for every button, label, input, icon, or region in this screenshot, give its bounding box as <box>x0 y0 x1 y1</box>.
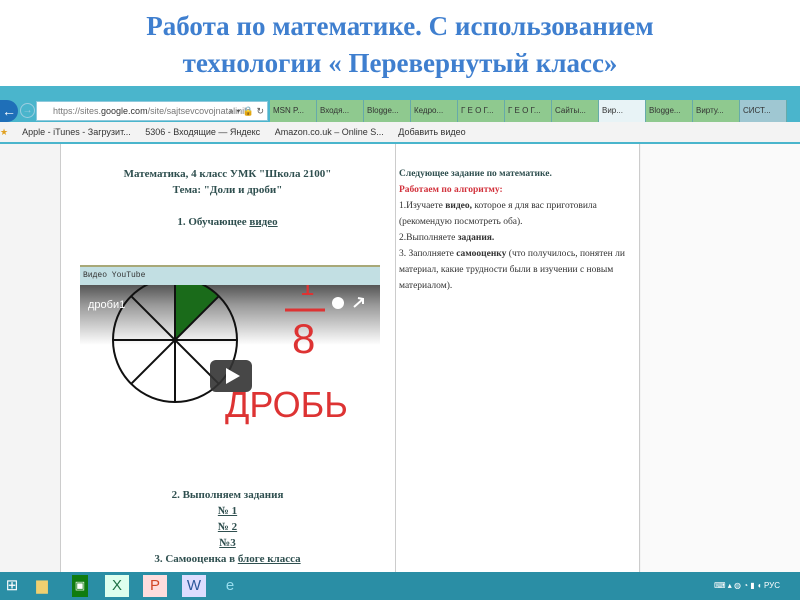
video-title: дроби1 <box>88 299 125 311</box>
title-line-2: технологии « Перевернутый класс» <box>182 48 618 78</box>
item-2-text: 2.Выполняете <box>399 233 458 243</box>
video-link[interactable]: видео <box>249 216 277 228</box>
title-line-1: Работа по математике. С использованием <box>146 11 654 41</box>
item-1-bold: видео, <box>445 201 473 211</box>
item-3-text: 3. Заполняете <box>399 249 457 259</box>
language-indicator[interactable]: РУС <box>764 581 780 590</box>
url-prefix: https://sites. <box>53 106 102 116</box>
task-1: № 1 <box>60 505 395 517</box>
task-link-3[interactable]: №3 <box>219 537 236 549</box>
windows-start-icon[interactable]: ⊞ <box>0 575 24 597</box>
nav-row: ← → https://sites.google.com/site/sajtse… <box>0 100 800 122</box>
share-icon <box>353 297 364 308</box>
item-1-text: 1.Изучаете <box>399 201 446 211</box>
tab[interactable]: СИСТ... <box>740 100 787 122</box>
tab[interactable]: Сайты... <box>552 100 599 122</box>
forward-button[interactable]: → <box>20 103 35 118</box>
page-margin <box>641 144 800 572</box>
algorithm-heading: Работаем по алгоритму: <box>399 185 503 195</box>
tab-active[interactable]: Вир... <box>599 100 646 122</box>
favorite-link[interactable]: Apple - iTunes - Загрузит... <box>22 127 131 137</box>
keyboard-icon[interactable]: ⌨ <box>714 581 726 590</box>
favorite-link[interactable]: Amazon.co.uk – Online S... <box>275 127 384 137</box>
video-header: Видео YouTube <box>80 267 380 285</box>
taskbar: ⊞ ▆ ▣ X P W e ⌨ ▴ ◍ ◔ ▮ ◖ РУС <box>0 572 800 600</box>
fraction-numerator: 1 <box>300 285 314 301</box>
step-3-text: 3. Самооценка в <box>154 553 238 565</box>
file-explorer-icon[interactable]: ▆ <box>30 575 54 597</box>
heading-1: Математика, 4 класс УМК "Школа 2100" <box>123 168 332 180</box>
slide-title: Работа по математике. С использованием т… <box>0 8 800 82</box>
step-3: 3. Самооценка в блоге класса <box>60 553 395 565</box>
step-1: 1. Обучающее видео <box>60 216 395 228</box>
tab[interactable]: Кедро... <box>411 100 458 122</box>
address-bar[interactable]: https://sites.google.com/site/sajtsevcov… <box>36 101 268 121</box>
instructions-heading: Следующее задание по математике. <box>399 169 552 179</box>
search-lock-refresh-icons[interactable]: ⌕ ▾ 🔒 ↻ <box>229 102 264 120</box>
item-2-bold: задания. <box>457 233 495 243</box>
word-icon[interactable]: W <box>182 575 206 597</box>
tab-strip: MSN P... Входя... Blogge... Кедро... Г Е… <box>270 100 787 122</box>
store-icon[interactable]: ▣ <box>72 575 88 597</box>
tab[interactable]: Blogge... <box>364 100 411 122</box>
step-2: 2. Выполняем задания <box>171 489 284 501</box>
step-1-text: 1. Обучающее <box>177 216 250 228</box>
task-3: №3 <box>60 537 395 549</box>
item-3-bold: самооценку <box>456 249 507 259</box>
pie-green-slice <box>175 278 219 340</box>
back-button[interactable]: ← <box>0 100 18 122</box>
item-3: 3. Заполняете самооценку (что получилось… <box>399 246 634 294</box>
instructions: Следующее задание по математике. Работае… <box>399 166 634 294</box>
task-2: № 2 <box>60 521 395 533</box>
task-link-2[interactable]: № 2 <box>218 521 237 533</box>
tab[interactable]: MSN P... <box>270 100 317 122</box>
video-player[interactable]: дроби1 1 8 ДРОБЬ <box>80 271 380 470</box>
system-tray: ⌨ ▴ ◍ ◔ ▮ ◖ РУС <box>714 581 780 590</box>
excel-icon[interactable]: X <box>105 575 129 597</box>
favorites-bar: ★ Apple - iTunes - Загрузит... 5306 - Вх… <box>0 122 800 142</box>
fraction-denominator: 8 <box>292 315 315 362</box>
item-2: 2.Выполняете задания. <box>399 230 634 246</box>
favorites-star-icon[interactable]: ★ <box>0 127 8 137</box>
internet-explorer-icon[interactable]: e <box>218 575 242 597</box>
item-1: 1.Изучаете видео, которое я для вас приг… <box>399 198 634 230</box>
tab[interactable]: Blogge... <box>646 100 693 122</box>
video-thumbnail: дроби1 1 8 ДРОБЬ <box>88 271 364 425</box>
youtube-embed[interactable]: Видео YouTube дроби1 1 8 ДРОБЬ <box>80 265 380 470</box>
tab[interactable]: Входя... <box>317 100 364 122</box>
tab[interactable]: Г Е О Г... <box>458 100 505 122</box>
url-domain: google.com <box>101 106 148 116</box>
column-divider <box>395 144 396 572</box>
task-link-1[interactable]: № 1 <box>218 505 237 517</box>
watch-later-icon <box>332 297 344 309</box>
tab[interactable]: Г Е О Г... <box>505 100 552 122</box>
favorite-link[interactable]: 5306 - Входящие — Яндекс <box>145 127 260 137</box>
heading-2: Тема: "Доли и дроби" <box>172 184 283 196</box>
class-blog-link[interactable]: блоге класса <box>238 553 301 565</box>
favorite-link[interactable]: Добавить видео <box>398 127 465 137</box>
powerpoint-icon[interactable]: P <box>143 575 167 597</box>
tab[interactable]: Вирту... <box>693 100 740 122</box>
